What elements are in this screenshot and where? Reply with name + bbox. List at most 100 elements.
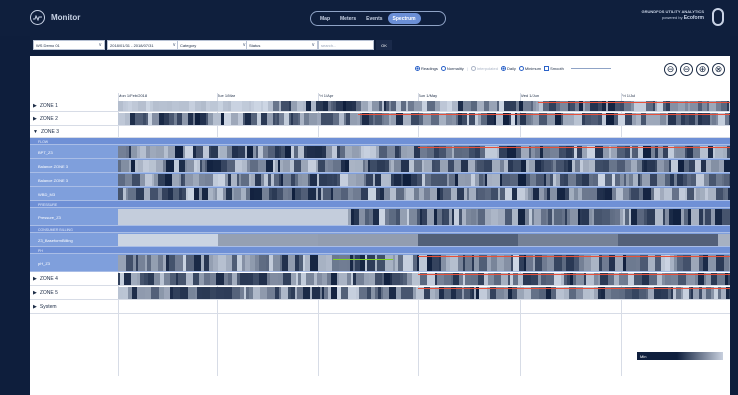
search-input[interactable]: search...	[318, 40, 374, 50]
spectrum-cell	[332, 255, 339, 271]
spectrum-cell	[175, 146, 183, 158]
spectrum-cell	[394, 174, 401, 186]
smooth-option[interactable]: Smooth	[544, 66, 564, 71]
spectrum-cell	[454, 160, 461, 172]
spectrum-cell	[640, 255, 648, 271]
spectrum-track[interactable]	[118, 255, 730, 271]
spectrum-cell	[294, 160, 301, 172]
spectrum-track[interactable]	[118, 101, 730, 111]
spectrum-cell	[195, 209, 202, 225]
spectrum-cell	[582, 209, 589, 225]
collapse-icon[interactable]: ▼	[33, 129, 38, 135]
spectrum-cell	[227, 160, 235, 172]
dataset-select[interactable]: WS Demo 01 ∨	[33, 40, 105, 50]
spectrum-track[interactable]	[118, 113, 730, 125]
spectrum-cell	[266, 209, 273, 225]
spectrum-cell	[326, 113, 333, 125]
spectrum-cell	[323, 188, 331, 200]
spectrum-cell	[295, 209, 303, 225]
date-range-select[interactable]: 2018/01/31 - 2018/07/31 ∨	[107, 40, 179, 50]
spectrum-cell	[335, 209, 342, 225]
zone-row[interactable]: ▼ ZONE 3	[30, 126, 730, 138]
minimum-option[interactable]: Minimum	[518, 66, 542, 71]
interpolated-option[interactable]: Interpolated	[470, 66, 498, 71]
spectrum-cell	[158, 174, 165, 186]
normality-option[interactable]: Normality	[440, 66, 464, 71]
spectrum-track[interactable]	[118, 287, 730, 299]
user-avatar-icon[interactable]	[712, 8, 724, 26]
category-select[interactable]: Category ∨	[177, 40, 249, 50]
expand-icon[interactable]: ▶	[33, 103, 37, 109]
sensor-row: Balance ZONE 3	[30, 159, 730, 173]
row-label-text: ZONE 4	[39, 276, 58, 282]
spectrum-cell	[375, 273, 382, 285]
tab-map[interactable]: Map	[315, 13, 335, 24]
tab-spectrum[interactable]: Spectrum	[387, 13, 421, 24]
spectrum-track[interactable]	[118, 174, 730, 186]
zoom-fit-icon[interactable]: ⊖	[680, 63, 693, 76]
spectrum-track[interactable]	[118, 209, 730, 225]
spectrum-cell	[389, 287, 396, 299]
zoom-in-icon[interactable]: ⊕	[696, 63, 709, 76]
readings-option[interactable]: Readings	[415, 66, 438, 71]
spectrum-cell	[616, 188, 623, 200]
spectrum-cell	[709, 174, 716, 186]
minimum-label: Minimum	[524, 66, 542, 71]
spectrum-cell	[517, 188, 525, 200]
filter-bar: WS Demo 01 ∨ 2018/01/31 - 2018/07/31 ∨ Cat…	[30, 36, 730, 56]
spectrum-cell	[642, 174, 650, 186]
expand-icon[interactable]: ▶	[33, 276, 37, 282]
spectrum-cell	[283, 160, 290, 172]
spectrum-cell	[136, 188, 144, 200]
spectrum-cell	[544, 160, 551, 172]
spectrum-cell	[339, 273, 347, 285]
zoom-out-icon[interactable]: ⊖	[664, 63, 677, 76]
spectrum-track[interactable]	[118, 234, 730, 246]
app-logo[interactable]: Monitor	[30, 10, 80, 25]
spectrum-cell	[716, 188, 723, 200]
spectrum-cell	[518, 234, 618, 246]
row-label: Z3_BaseformBilling	[38, 233, 73, 247]
tab-meters[interactable]: Meters	[335, 13, 361, 24]
spectrum-cell	[450, 255, 458, 271]
spectrum-track[interactable]	[118, 160, 730, 172]
spectrum-cell	[696, 174, 704, 186]
highlight-line	[333, 259, 393, 260]
ok-button[interactable]: OK	[376, 40, 392, 50]
spectrum-cell	[262, 188, 269, 200]
zone-row[interactable]: ▶ ZONE 2	[30, 112, 730, 126]
spectrum-cell	[159, 101, 167, 111]
spectrum-cell	[336, 101, 343, 111]
zoom-reset-icon[interactable]: ⊗	[712, 63, 725, 76]
spectrum-cell	[213, 113, 221, 125]
spectrum-cell	[465, 255, 472, 271]
zone-row[interactable]: ▶ ZONE 4	[30, 272, 730, 286]
spectrum-cell	[211, 146, 218, 158]
spectrum-cell	[234, 101, 242, 111]
expand-icon[interactable]: ▶	[33, 290, 37, 296]
spectrum-cell	[389, 209, 396, 225]
spectrum-cell	[232, 287, 240, 299]
status-select[interactable]: Status ∨	[246, 40, 318, 50]
expand-icon[interactable]: ▶	[33, 116, 37, 122]
spectrum-cell	[172, 101, 179, 111]
spectrum-cell	[518, 174, 526, 186]
spectrum-cell	[478, 188, 485, 200]
zone-row[interactable]: ▶ ZONE 1	[30, 100, 730, 112]
search-placeholder: search...	[321, 42, 337, 48]
smooth-slider[interactable]	[570, 68, 611, 69]
brand-product: Ecoform	[683, 15, 704, 21]
zone-row[interactable]: ▶ ZONE 5	[30, 286, 730, 300]
spectrum-cell	[224, 113, 231, 125]
spectrum-track[interactable]	[118, 188, 730, 200]
expand-icon[interactable]: ▶	[33, 304, 37, 310]
spectrum-cell	[315, 146, 322, 158]
row-label-text: ZONE 5	[39, 290, 58, 296]
spectrum-cell	[152, 113, 159, 125]
zone-row[interactable]: ▶ System	[30, 300, 730, 314]
spectrum-cell	[671, 160, 678, 172]
spectrum-track[interactable]	[118, 273, 730, 285]
tab-events[interactable]: Events	[361, 13, 387, 24]
daily-option[interactable]: Daily	[500, 66, 516, 71]
spectrum-track[interactable]	[118, 146, 730, 158]
